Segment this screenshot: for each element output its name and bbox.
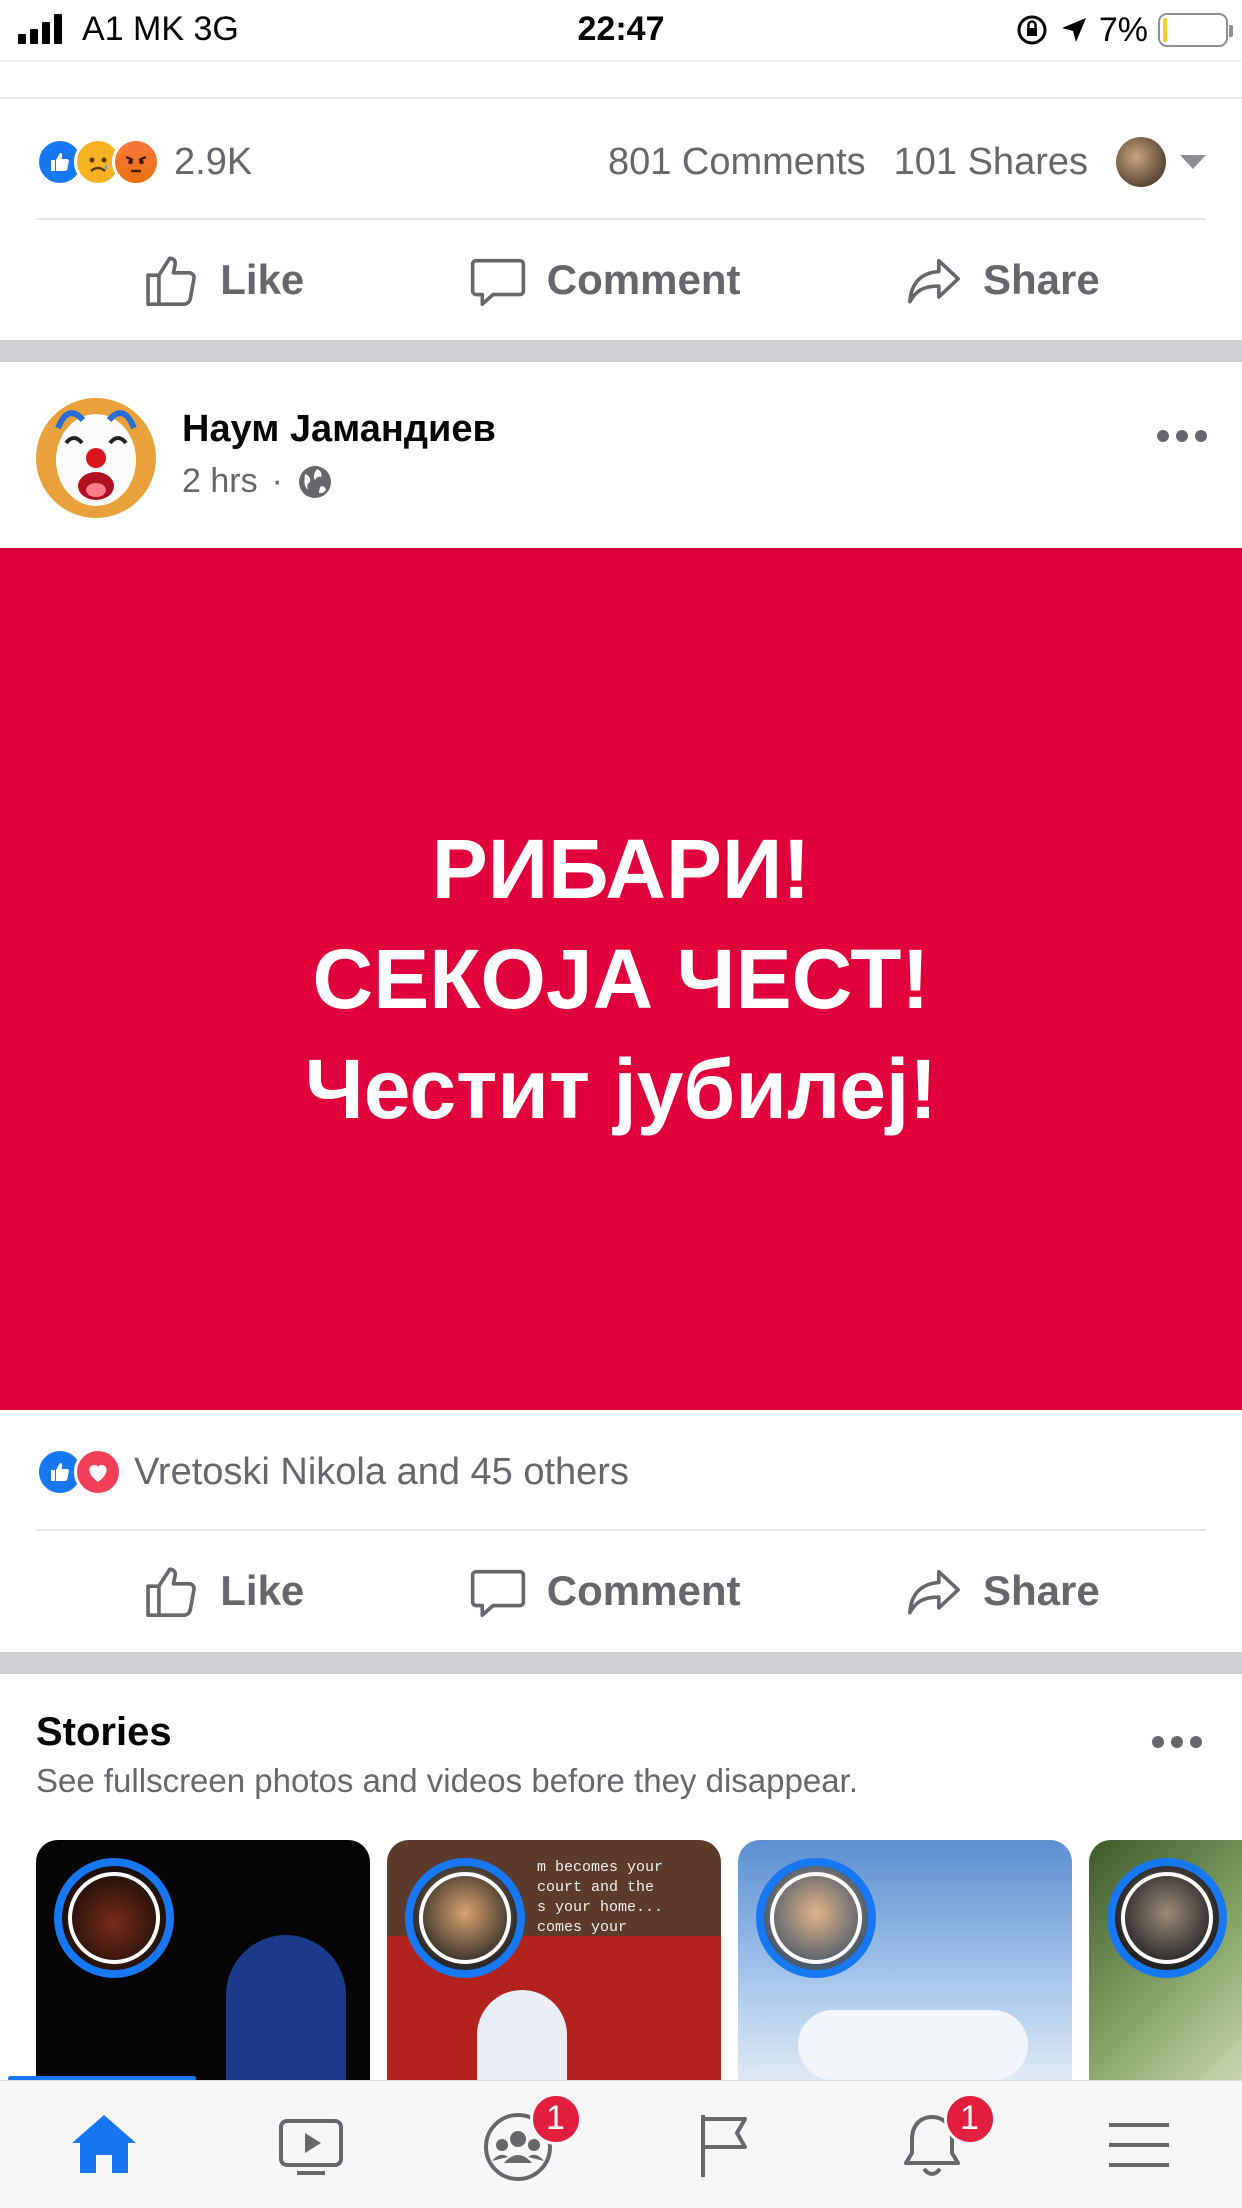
story-figure	[226, 1935, 346, 2080]
rotation-lock-icon	[1017, 15, 1047, 45]
share-label: Share	[982, 1567, 1100, 1614]
like-button[interactable]: Like	[142, 1562, 304, 1620]
post-actions: Like Comment Share	[0, 220, 1242, 340]
post-image-line-1: РИБАРИ!	[431, 822, 811, 916]
story-card[interactable]	[738, 1840, 1072, 2080]
globe-icon	[298, 465, 331, 498]
story-avatar	[405, 1858, 525, 1978]
likers-summary[interactable]: Vretoski Nikola and 45 others	[36, 1444, 629, 1500]
share-button[interactable]: Share	[905, 1562, 1100, 1620]
like-label: Like	[220, 1567, 305, 1614]
story-avatar	[54, 1858, 174, 1978]
notifications-badge: 1	[943, 2092, 996, 2145]
post-timestamp[interactable]: 2 hrs	[182, 462, 258, 501]
comment-bubble-icon	[470, 258, 525, 306]
angry-reaction-icon	[112, 138, 160, 186]
reaction-count: 2.9K	[174, 140, 253, 183]
like-label: Like	[220, 256, 305, 303]
tab-menu[interactable]	[1089, 2095, 1189, 2195]
hamburger-menu-icon	[1108, 2122, 1169, 2167]
comment-label: Comment	[546, 256, 741, 303]
location-arrow-icon	[1061, 18, 1086, 42]
story-card[interactable]	[36, 1840, 370, 2080]
post-image-line-3: Честит јубилеј!	[304, 1042, 938, 1136]
home-icon	[71, 2114, 136, 2173]
thumbs-up-icon	[146, 256, 197, 306]
tab-groups[interactable]: 1	[468, 2092, 582, 2195]
comment-button[interactable]: Comment	[469, 1562, 741, 1620]
reactions-summary[interactable]: 2.9K 801 Comments 101 Shares	[36, 132, 1206, 192]
story-avatar	[756, 1858, 876, 1978]
tab-notifications[interactable]: 1	[882, 2092, 996, 2195]
post-actions: Like Comment Share	[0, 1531, 1242, 1651]
chevron-down-icon[interactable]	[1180, 155, 1206, 169]
tab-pages[interactable]	[675, 2095, 775, 2195]
likers-text: Vretoski Nikola and 45 others	[134, 1450, 629, 1493]
comment-label: Comment	[546, 1567, 741, 1614]
status-bar: A1 MK 3G 22:47 7%	[0, 0, 1242, 60]
comments-count-link[interactable]: 801 Comments	[608, 141, 866, 184]
share-button[interactable]: Share	[905, 251, 1100, 309]
bottom-tab-bar: 1 1	[0, 2080, 1242, 2208]
stories-options-button[interactable]	[1152, 1736, 1202, 1748]
comment-bubble-icon	[470, 1569, 525, 1617]
post-options-button[interactable]	[1157, 430, 1207, 442]
status-divider	[0, 60, 1242, 62]
battery-icon	[1158, 13, 1233, 47]
stories-subtitle: See fullscreen photos and videos before …	[36, 1762, 858, 1799]
post-image[interactable]: РИБАРИ! СЕКОЈА ЧЕСТ! Честит јубилеј!	[0, 548, 1242, 1410]
share-arrow-icon	[908, 258, 960, 304]
share-label: Share	[982, 256, 1100, 303]
video-play-icon	[278, 2118, 343, 2175]
share-arrow-icon	[908, 1569, 960, 1615]
comment-button[interactable]: Comment	[469, 251, 741, 309]
clown-avatar-image	[36, 398, 156, 518]
post-image-line-2: СЕКОЈА ЧЕСТ!	[312, 932, 930, 1026]
groups-badge: 1	[529, 2092, 582, 2145]
feed-separator	[0, 340, 1242, 362]
author-avatar[interactable]	[36, 398, 156, 518]
card-top-border	[0, 97, 1242, 99]
thumbs-up-icon	[146, 1567, 197, 1617]
like-button[interactable]: Like	[142, 251, 304, 309]
tab-watch[interactable]	[261, 2095, 361, 2195]
tab-home[interactable]	[54, 2095, 154, 2195]
battery-percent: 7%	[1098, 10, 1148, 49]
story-caption: m becomes your court and the s your home…	[537, 1859, 664, 1936]
shares-count-link[interactable]: 101 Shares	[894, 141, 1088, 184]
story-avatar	[1107, 1858, 1227, 1978]
flag-icon	[700, 2114, 747, 2177]
love-reaction-icon	[74, 1448, 122, 1496]
story-card[interactable]: m becomes your court and the s your home…	[387, 1840, 721, 2080]
post-author-name[interactable]: Наум Јамандиев	[182, 408, 496, 451]
story-figure	[477, 1990, 567, 2080]
story-card[interactable]	[1089, 1840, 1242, 2080]
meta-separator: ·	[271, 462, 283, 500]
stories-title: Stories	[36, 1710, 172, 1754]
post-meta: 2 hrs ·	[182, 462, 333, 501]
viewer-avatar[interactable]	[1116, 137, 1166, 187]
story-cloud	[798, 2010, 1028, 2080]
feed-separator	[0, 1652, 1242, 1674]
